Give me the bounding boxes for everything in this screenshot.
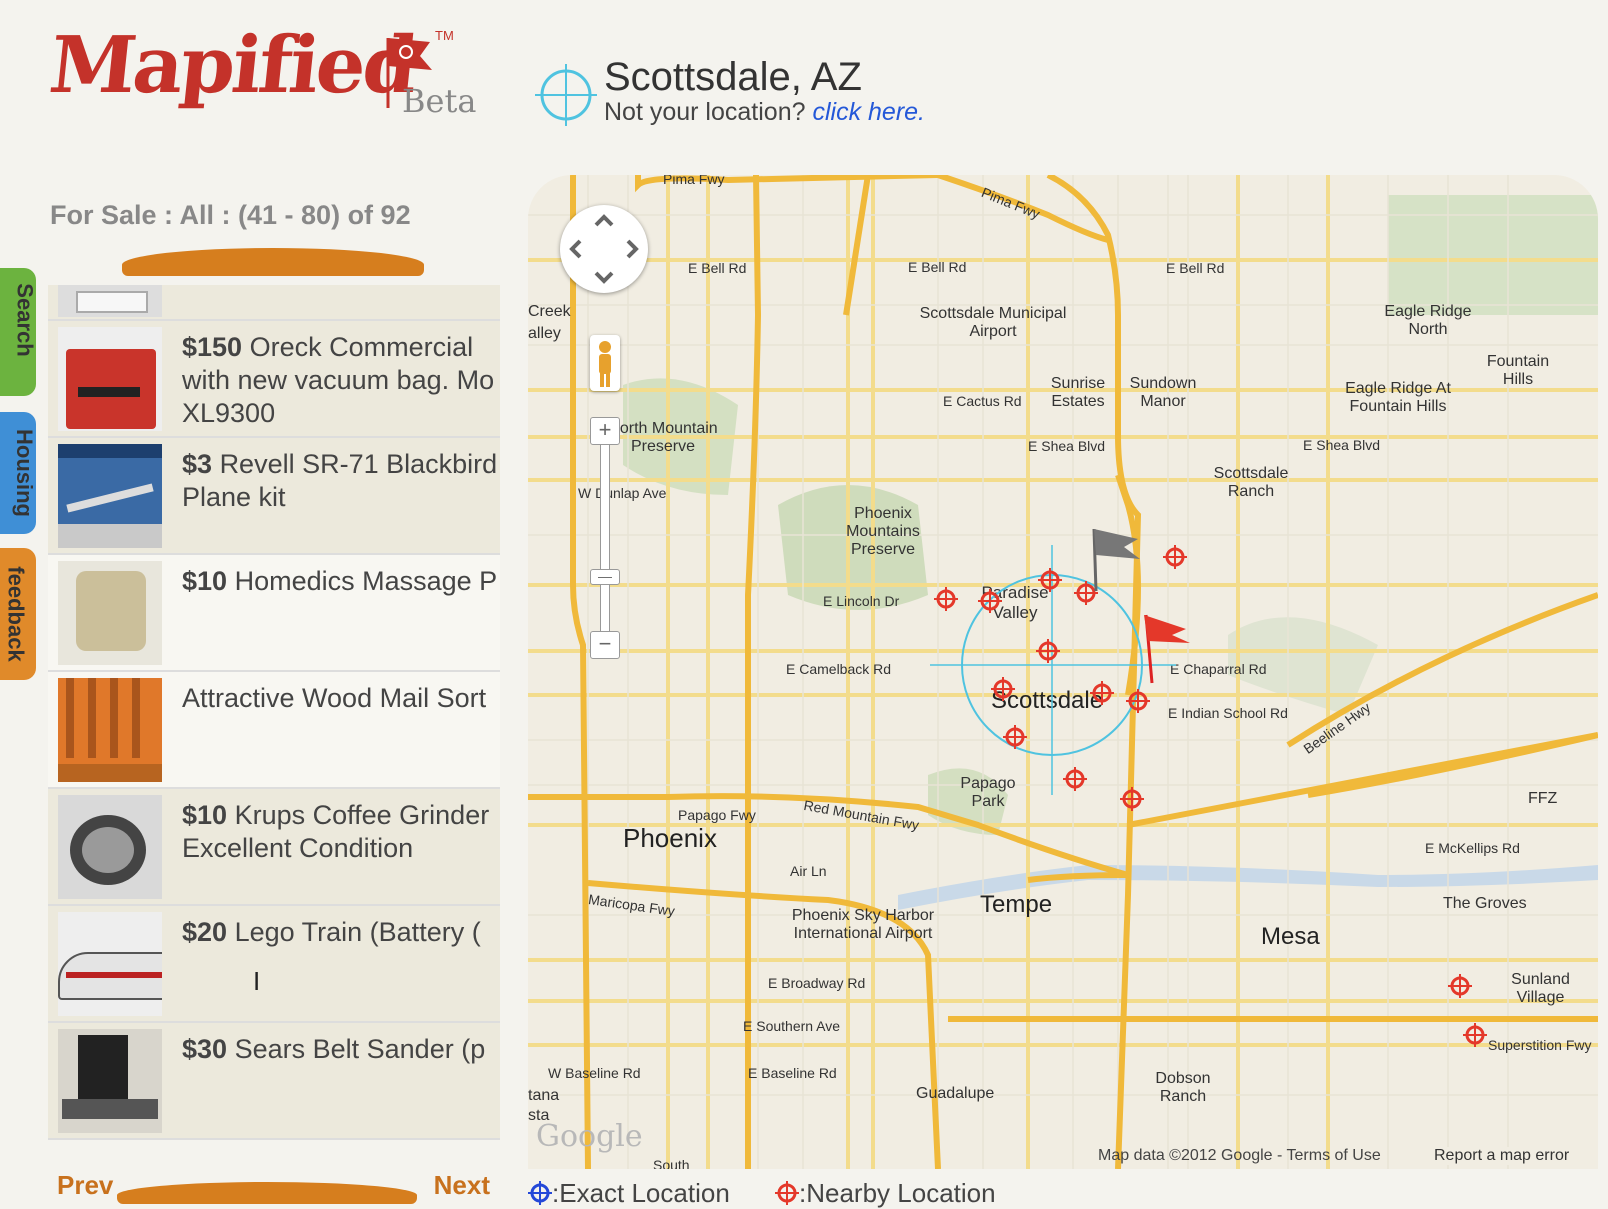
pager-bar [117, 1182, 417, 1204]
nearby-marker[interactable] [1036, 639, 1060, 663]
next-button[interactable]: Next [434, 1170, 490, 1201]
nearby-marker[interactable] [978, 589, 1002, 613]
item-text: $20 Lego Train (Battery ( [182, 916, 500, 1016]
item-price: $10 [182, 566, 228, 596]
exact-location-flag-icon[interactable] [1138, 611, 1194, 685]
item-thumbnail [58, 444, 162, 548]
list-item[interactable]: $20 Lego Train (Battery ( I [48, 906, 500, 1023]
item-price: $150 [182, 332, 243, 362]
item-title: Attractive Wood Mail Sort [182, 683, 487, 713]
pager: Prev Next [55, 1170, 495, 1206]
location-prompt: Not your location? click here. [604, 98, 925, 127]
item-text: $30 Sears Belt Sander (p [182, 1033, 500, 1133]
listing-scroll-bar[interactable] [122, 248, 424, 276]
current-city: Scottsdale, AZ [604, 55, 862, 99]
logo-text: Mapified [45, 20, 420, 111]
legend-exact-label: :Exact Location [552, 1178, 730, 1208]
item-thumbnail [58, 678, 162, 782]
map-legend: :Exact Location :Nearby Location [528, 1178, 1034, 1209]
nearby-marker[interactable] [1463, 1023, 1487, 1047]
item-price: $10 [182, 800, 228, 830]
item-text: $150 Oreck Commercial with new vacuum ba… [182, 331, 500, 431]
item-thumbnail [58, 1029, 162, 1133]
item-thumbnail [58, 795, 162, 899]
tab-housing[interactable]: Housing [0, 412, 37, 534]
item-thumbnail [58, 912, 162, 1016]
pan-control[interactable] [560, 205, 648, 293]
nearby-marker[interactable] [1163, 545, 1187, 569]
nearby-marker[interactable] [1448, 974, 1472, 998]
item-title: Homedics Massage P [234, 566, 498, 596]
trademark: TM [435, 28, 454, 43]
nearby-marker[interactable] [1090, 681, 1114, 705]
pegman-icon [599, 341, 611, 387]
item-title: Oreck Commercial [249, 332, 474, 362]
item-line3: XL9300 [182, 398, 276, 428]
list-item[interactable] [48, 285, 500, 321]
item-title: Krups Coffee Grinder [234, 800, 490, 830]
tab-search[interactable]: Search [0, 268, 38, 396]
item-title: Revell SR-71 Blackbird [219, 449, 498, 479]
gray-flag-icon[interactable] [1088, 525, 1144, 595]
list-item[interactable]: $150 Oreck Commercial with new vacuum ba… [48, 321, 500, 438]
map-attribution[interactable]: Map data ©2012 Google - Terms of Use [1098, 1147, 1381, 1165]
zoom-slider[interactable] [600, 435, 610, 637]
beta-label: Beta [402, 82, 477, 120]
item-text: $3 Revell SR-71 Blackbird Plane kit [182, 448, 500, 548]
legend-nearby-label: :Nearby Location [799, 1178, 996, 1208]
location-prompt-text: Not your location? [604, 98, 806, 126]
zoom-handle[interactable]: — [590, 569, 620, 585]
item-thumbnail [58, 285, 162, 317]
list-item[interactable]: $30 Sears Belt Sander (p [48, 1023, 500, 1140]
map-overlay [930, 545, 1176, 795]
nearby-marker[interactable] [1063, 767, 1087, 791]
map[interactable]: Phoenix Scottsdale Tempe Mesa Paradise V… [528, 175, 1598, 1169]
change-location-link[interactable]: click here. [812, 98, 925, 126]
tab-housing-label: Housing [12, 429, 37, 517]
item-title: Sears Belt Sander (p [234, 1034, 486, 1064]
item-price: $20 [182, 917, 228, 947]
crosshair-icon [535, 64, 597, 126]
item-text: $10 Homedics Massage P [182, 565, 500, 665]
nearby-marker[interactable] [1038, 568, 1062, 592]
nearby-location-icon [775, 1181, 800, 1205]
nearby-marker[interactable] [934, 587, 958, 611]
item-text: $10 Krups Coffee Grinder Excellent Condi… [182, 799, 500, 899]
listing-list[interactable]: $150 Oreck Commercial with new vacuum ba… [48, 285, 500, 1160]
exact-location-icon [528, 1181, 552, 1205]
listing-header: For Sale : All : (41 - 80) of 92 [50, 200, 411, 230]
text-cursor-icon: I [253, 966, 261, 996]
zoom-in-button[interactable]: + [590, 417, 620, 445]
item-line2: with new vacuum bag. Mo [182, 365, 495, 395]
item-text: Attractive Wood Mail Sort [182, 682, 500, 782]
tab-feedback[interactable]: feedback [0, 548, 36, 680]
prev-button[interactable]: Prev [57, 1170, 113, 1201]
report-map-error-link[interactable]: Report a map error [1434, 1147, 1570, 1165]
tab-search-label: Search [12, 283, 38, 357]
item-line2: Excellent Condition [182, 833, 414, 863]
nearby-marker[interactable] [991, 677, 1015, 701]
item-thumbnail [58, 561, 162, 665]
list-item[interactable]: Attractive Wood Mail Sort [48, 672, 500, 789]
list-item[interactable]: $10 Krups Coffee Grinder Excellent Condi… [48, 789, 500, 906]
nearby-marker[interactable] [1126, 689, 1150, 713]
item-thumbnail [58, 327, 162, 431]
item-line2: Plane kit [182, 482, 286, 512]
nearby-marker[interactable] [1003, 725, 1027, 749]
nearby-marker[interactable] [1120, 787, 1144, 811]
list-item[interactable]: $10 Homedics Massage P [48, 555, 500, 672]
pan-arrows-icon [569, 214, 639, 284]
item-title: Lego Train (Battery ( [234, 917, 481, 947]
tab-feedback-label: feedback [3, 566, 29, 662]
item-price: $3 [182, 449, 213, 479]
street-view-pegman[interactable] [590, 335, 620, 391]
google-logo: Google [536, 1119, 643, 1154]
item-price: $30 [182, 1034, 228, 1064]
mapified-logo[interactable]: Mapified TM Beta [45, 20, 490, 130]
list-item[interactable]: $3 Revell SR-71 Blackbird Plane kit [48, 438, 500, 555]
zoom-out-button[interactable]: − [590, 631, 620, 659]
